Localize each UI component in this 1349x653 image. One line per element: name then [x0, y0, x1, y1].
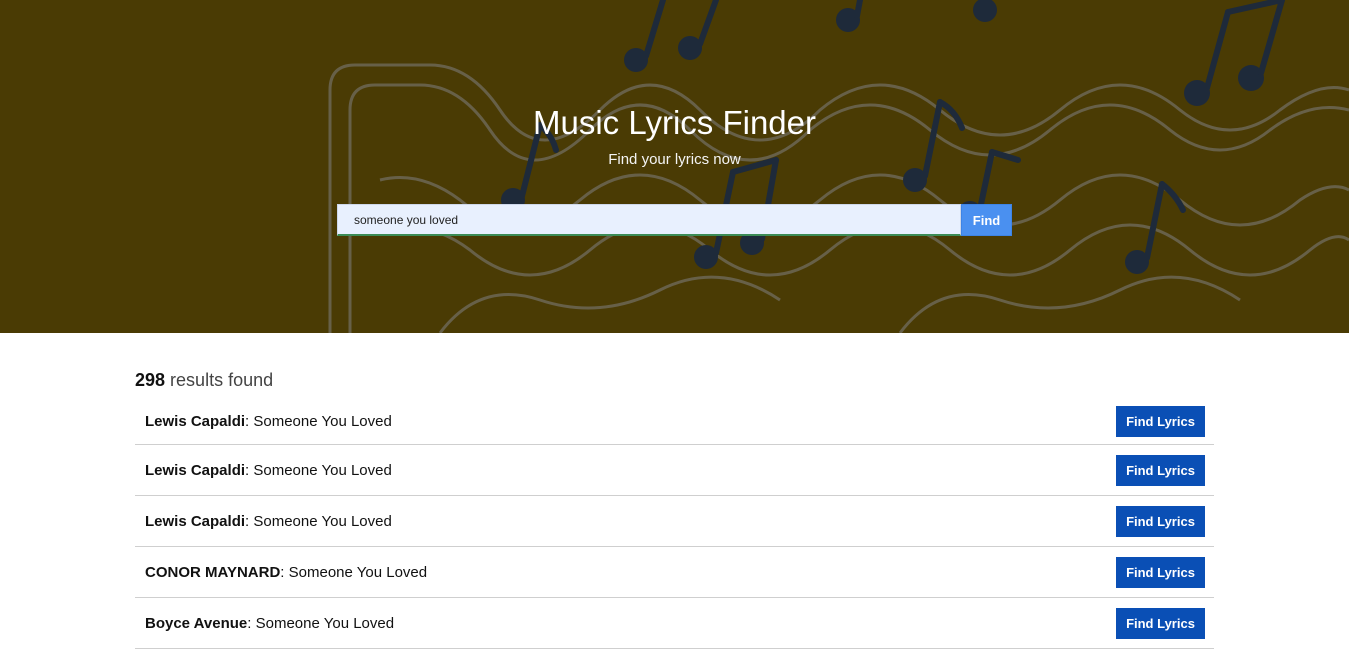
song-title: Someone You Loved: [288, 563, 428, 581]
song-info: Boyce Avenue: Someone You Loved: [145, 614, 395, 632]
results-count-number: 298: [135, 370, 166, 390]
list-item: Lewis Capaldi: Someone You Loved Find Ly…: [135, 398, 1214, 445]
song-info: CONOR MAYNARD: Someone You Loved: [145, 563, 428, 581]
list-item: CONOR MAYNARD: Someone You Loved Find Ly…: [135, 547, 1214, 598]
song-info: Lewis Capaldi: Someone You Loved: [145, 412, 392, 430]
song-info: Lewis Capaldi: Someone You Loved: [145, 461, 392, 479]
result-list: Lewis Capaldi: Someone You Loved Find Ly…: [135, 398, 1214, 649]
song-title: Someone You Loved: [253, 412, 392, 430]
page-title: Music Lyrics Finder: [533, 104, 816, 141]
find-lyrics-button[interactable]: Find Lyrics: [1116, 405, 1205, 437]
artist-name: Lewis Capaldi: [145, 412, 246, 430]
find-lyrics-button[interactable]: Find Lyrics: [1116, 607, 1205, 639]
results-count-label: results found: [165, 370, 274, 390]
find-button[interactable]: Find: [961, 204, 1012, 236]
search-input[interactable]: [337, 204, 961, 236]
find-lyrics-button[interactable]: Find Lyrics: [1116, 454, 1205, 486]
results-count: 298 results found: [135, 368, 1214, 392]
artist-name: Lewis Capaldi: [145, 461, 246, 479]
list-item: Lewis Capaldi: Someone You Loved Find Ly…: [135, 496, 1214, 547]
results-section: 298 results found Lewis Capaldi: Someone…: [135, 368, 1214, 649]
song-title: Someone You Loved: [253, 461, 392, 479]
song-title: Someone You Loved: [253, 512, 392, 530]
artist-name: Lewis Capaldi: [145, 512, 246, 530]
find-lyrics-button[interactable]: Find Lyrics: [1116, 505, 1205, 537]
artist-name: Boyce Avenue: [145, 614, 248, 632]
hero-banner: Music Lyrics Finder Find your lyrics now…: [0, 0, 1349, 333]
find-lyrics-button[interactable]: Find Lyrics: [1116, 556, 1205, 588]
song-title: Someone You Loved: [255, 614, 395, 632]
artist-name: CONOR MAYNARD: [145, 563, 281, 581]
list-item: Boyce Avenue: Someone You Loved Find Lyr…: [135, 598, 1214, 649]
list-item: Lewis Capaldi: Someone You Loved Find Ly…: [135, 445, 1214, 496]
search-form: Find: [337, 204, 1012, 236]
song-info: Lewis Capaldi: Someone You Loved: [145, 512, 392, 530]
page-subtitle: Find your lyrics now: [608, 151, 741, 168]
